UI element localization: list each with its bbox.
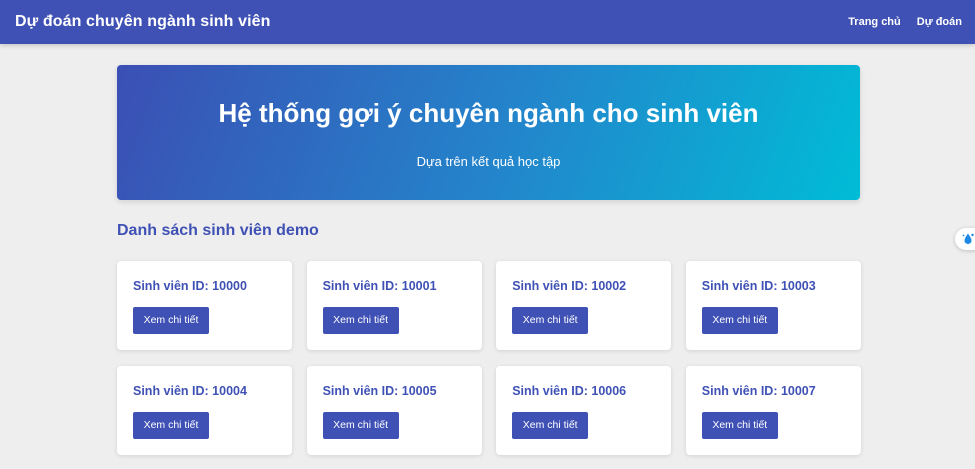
view-details-button[interactable]: Xem chi tiết [512,307,589,334]
student-id-label: Sinh viên ID: 10006 [512,384,627,398]
view-details-button[interactable]: Xem chi tiết [512,412,589,439]
hero-subtitle: Dựa trên kết quả học tập [416,154,561,169]
brand-title[interactable]: Dự đoán chuyên ngành sinh viên [15,13,271,31]
student-id-label: Sinh viên ID: 10004 [133,384,247,398]
student-card: Sinh viên ID: 10003 Xem chi tiết [685,261,861,350]
student-id-label: Sinh viên ID: 10003 [701,279,816,293]
student-id-label: Sinh viên ID: 10001 [322,279,437,293]
hero-banner: Hệ thống gợi ý chuyên ngành cho sinh viê… [117,65,860,200]
student-card: Sinh viên ID: 10006 Xem chi tiết [496,366,672,455]
view-details-button[interactable]: Xem chi tiết [133,307,209,334]
hero-title: Hệ thống gợi ý chuyên ngành cho sinh viê… [218,98,759,128]
student-id-label: Sinh viên ID: 10000 [133,279,247,293]
navbar: Dự đoán chuyên ngành sinh viên Trang chủ… [0,0,975,44]
student-grid: Sinh viên ID: 10000 Xem chi tiết Sinh vi… [117,261,861,455]
nav-links: Trang chủ Dự đoán [848,16,962,28]
student-card: Sinh viên ID: 10005 Xem chi tiết [306,366,482,455]
student-id-label: Sinh viên ID: 10002 [512,279,627,293]
view-details-button[interactable]: Xem chi tiết [701,412,778,439]
nav-link-home[interactable]: Trang chủ [848,16,901,28]
nav-link-predict[interactable]: Dự đoán [917,16,962,28]
student-card: Sinh viên ID: 10007 Xem chi tiết [685,366,861,455]
section-title: Danh sách sinh viên demo [117,222,319,239]
student-id-label: Sinh viên ID: 10007 [701,384,816,398]
side-extension-widget[interactable] [955,228,975,250]
student-card: Sinh viên ID: 10002 Xem chi tiết [496,261,672,350]
student-card: Sinh viên ID: 10004 Xem chi tiết [117,366,292,455]
extension-drop-icon [962,233,974,244]
view-details-button[interactable]: Xem chi tiết [133,412,209,439]
student-card: Sinh viên ID: 10000 Xem chi tiết [117,261,292,350]
student-card: Sinh viên ID: 10001 Xem chi tiết [306,261,482,350]
view-details-button[interactable]: Xem chi tiết [701,307,778,334]
student-id-label: Sinh viên ID: 10005 [322,384,437,398]
view-details-button[interactable]: Xem chi tiết [322,412,399,439]
view-details-button[interactable]: Xem chi tiết [322,307,399,334]
